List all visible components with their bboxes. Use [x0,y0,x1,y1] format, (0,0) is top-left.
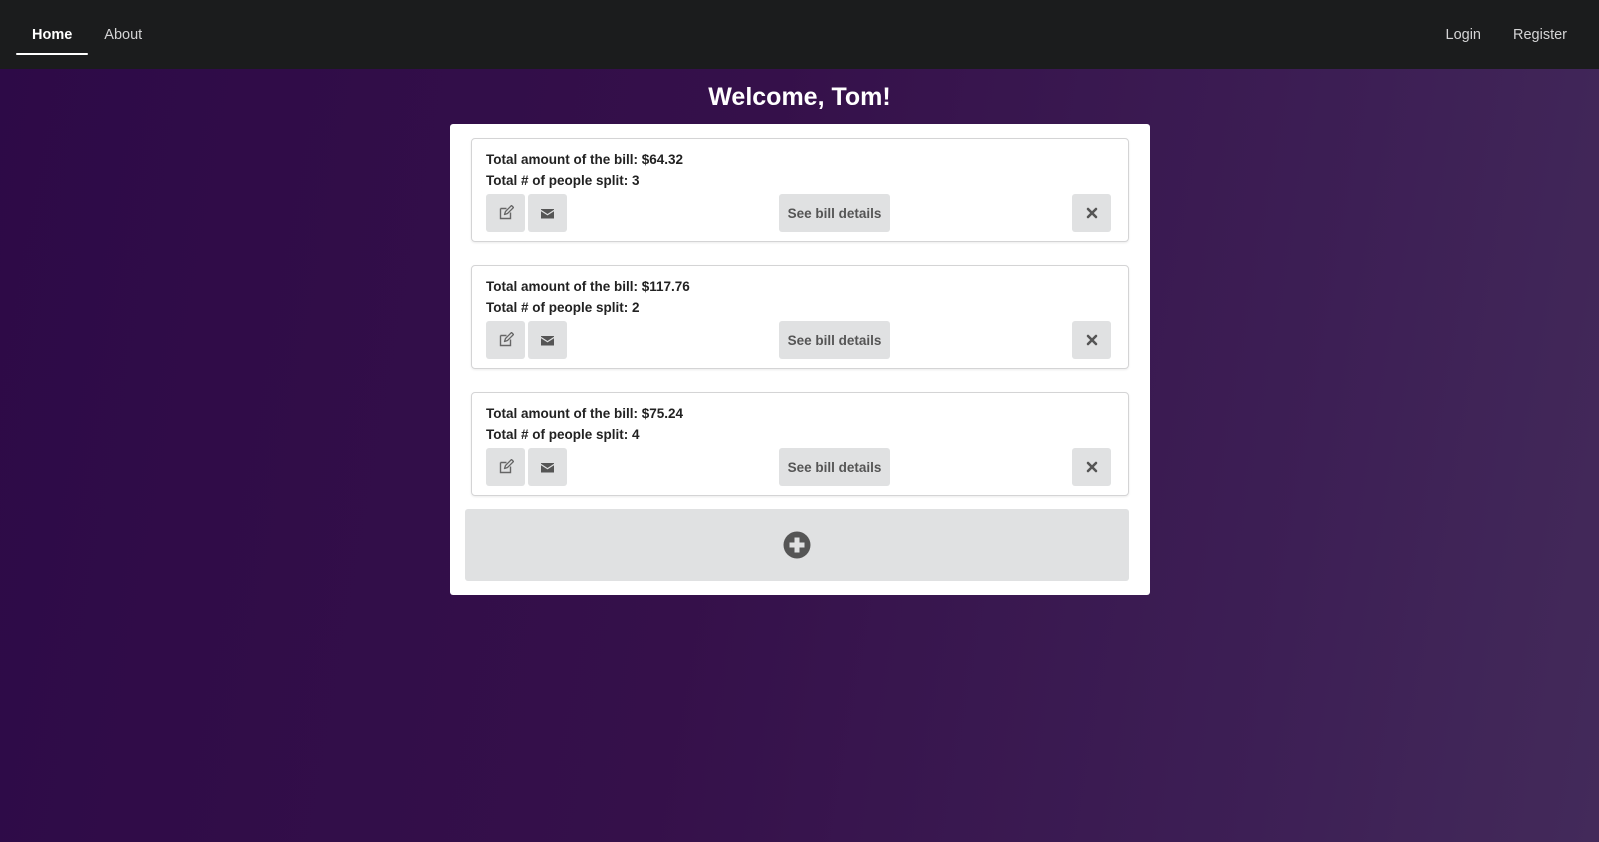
bill-people-value: 3 [632,173,640,188]
bill-amount: Total amount of the bill: $75.24 [486,403,1114,424]
bill-amount-label: Total amount of the bill: [486,279,642,294]
bill-people: Total # of people split: 3 [486,170,1114,191]
close-icon [1086,334,1097,346]
nav-right: Login Register [1430,0,1583,69]
bill-amount-value: $64.32 [641,152,684,167]
nav-login-link[interactable]: Login [1430,0,1497,69]
bill-people-label: Total # of people split: [486,427,633,442]
bill-card: Total amount of the bill: $75.24 Total #… [471,392,1129,496]
nav-home-link[interactable]: Home [16,0,89,69]
bill-amount-label: Total amount of the bill: [486,406,642,421]
bill-people-value: 4 [632,427,640,442]
edit-icon [499,205,514,220]
bill-people-label: Total # of people split: [486,173,633,188]
top-navbar: Home About Login Register [0,0,1599,69]
bill-card: Total amount of the bill: $117.76 Total … [471,265,1129,369]
close-icon [1086,461,1097,473]
bill-people: Total # of people split: 2 [486,297,1114,318]
bill-amount-value: $75.24 [641,406,684,421]
delete-bill-button[interactable] [1072,194,1111,232]
edit-bill-button[interactable] [486,194,525,232]
nav-register-link[interactable]: Register [1497,0,1583,69]
email-bill-button[interactable] [528,448,567,486]
delete-bill-button[interactable] [1072,448,1111,486]
plus-circle-icon [783,531,811,559]
bill-amount: Total amount of the bill: $117.76 [486,276,1114,297]
bill-actions: See bill details [486,448,1114,486]
add-bill-button[interactable] [465,509,1129,581]
see-bill-details-button[interactable]: See bill details [779,321,890,359]
bill-actions: See bill details [486,321,1114,359]
edit-bill-button[interactable] [486,448,525,486]
email-bill-button[interactable] [528,321,567,359]
close-icon [1086,207,1097,219]
edit-icon [499,332,514,347]
bill-amount-label: Total amount of the bill: [486,152,642,167]
mail-icon [541,208,554,218]
bill-actions: See bill details [486,194,1114,232]
mail-icon [541,462,554,472]
edit-bill-button[interactable] [486,321,525,359]
delete-bill-button[interactable] [1072,321,1111,359]
bill-card: Total amount of the bill: $64.32 Total #… [471,138,1129,242]
bill-amount-value: $117.76 [641,279,690,294]
mail-icon [541,335,554,345]
nav-left: Home About [16,0,158,69]
bill-people-label: Total # of people split: [486,300,633,315]
bill-people: Total # of people split: 4 [486,424,1114,445]
welcome-heading: Welcome, Tom! [708,83,891,111]
edit-icon [499,459,514,474]
bill-amount: Total amount of the bill: $64.32 [486,149,1114,170]
see-bill-details-button[interactable]: See bill details [779,448,890,486]
bill-people-value: 2 [632,300,640,315]
see-bill-details-button[interactable]: See bill details [779,194,890,232]
email-bill-button[interactable] [528,194,567,232]
nav-about-link[interactable]: About [88,0,158,69]
bills-panel: Total amount of the bill: $64.32 Total #… [450,124,1150,595]
